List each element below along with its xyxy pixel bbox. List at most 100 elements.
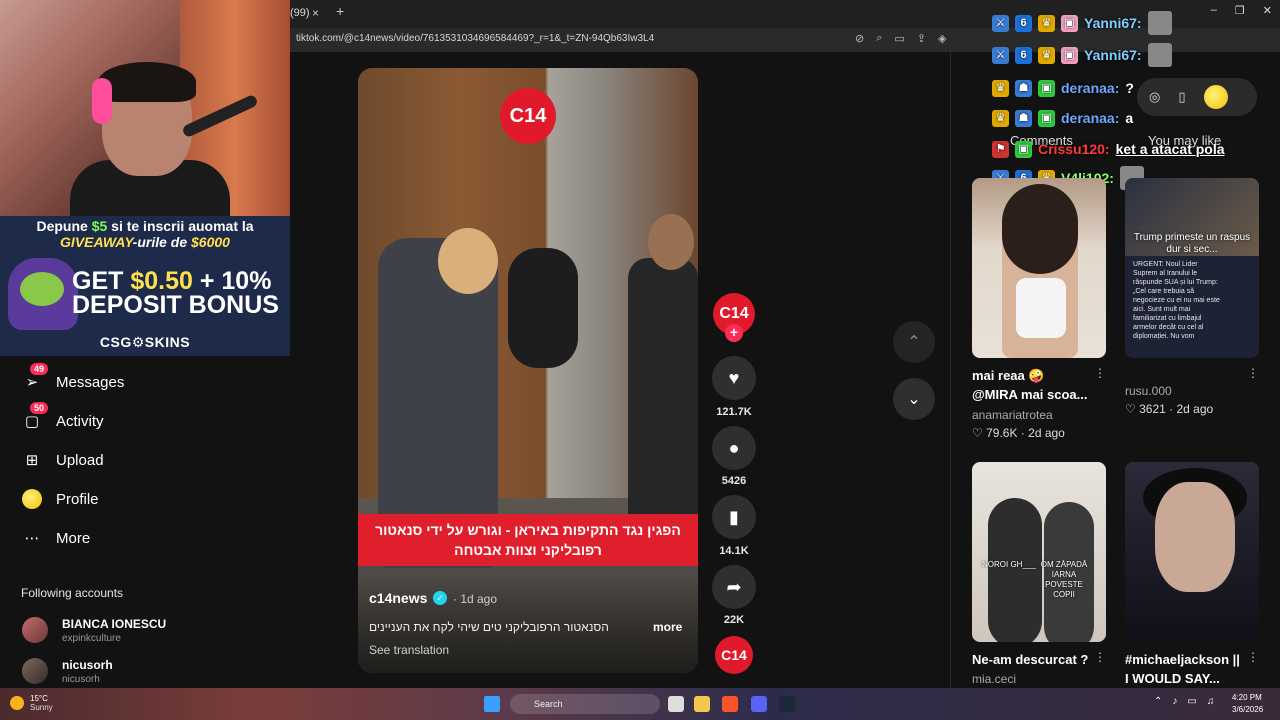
maximize-button[interactable]: ❐	[1235, 4, 1245, 17]
verified-icon: ✓	[433, 591, 447, 605]
discord-icon[interactable]	[751, 696, 767, 712]
chat-user: Yanni67:	[1084, 15, 1142, 31]
recommendation-author[interactable]: rusu.000	[1125, 384, 1172, 398]
avatar	[22, 617, 48, 643]
new-tab-button[interactable]: +	[336, 3, 344, 19]
minimize-button[interactable]: –	[1211, 4, 1217, 17]
sidebar-item-upload[interactable]: ⊞ Upload	[22, 447, 104, 473]
recommendation-title[interactable]: Ne-am descurcat ?	[972, 650, 1088, 669]
emoji-icon[interactable]	[1203, 85, 1228, 109]
recommendation-thumbnail[interactable]: Trump primeste un raspus dur si sec... U…	[1125, 178, 1259, 358]
weather-widget[interactable]: 15°C Sunny	[10, 694, 53, 712]
video-author[interactable]: c14news	[369, 590, 427, 606]
windows-start-icon[interactable]	[484, 696, 500, 712]
recommendation-title[interactable]: mai reaa 🤪 @MIRA mai scoa...	[972, 366, 1088, 404]
following-account[interactable]: nicusorh nicusorh	[22, 658, 113, 685]
share-count: 22K	[723, 614, 745, 626]
headset-icon	[92, 78, 112, 124]
share-button[interactable]: ➦	[712, 565, 756, 609]
avatar	[22, 658, 48, 684]
sidebar-item-label: Profile	[56, 490, 99, 508]
account-handle: expinkculture	[62, 633, 121, 644]
sidebar-item-messages[interactable]: ➢ 49 Messages	[22, 363, 125, 395]
sidebar-item-profile[interactable]: Profile	[22, 486, 99, 512]
taskbar-search[interactable]: Search	[510, 694, 660, 714]
steam-icon[interactable]	[779, 696, 795, 712]
recommendation-thumbnail[interactable]	[972, 178, 1106, 358]
crown-badge-icon: ♛	[1038, 46, 1055, 64]
clock-time[interactable]: 4:20 PM	[1232, 693, 1262, 702]
follow-button[interactable]: +	[725, 324, 743, 342]
chat-text: ?	[1125, 80, 1134, 96]
sound-disc[interactable]: C14	[715, 636, 753, 674]
device-icon[interactable]: ▯	[1178, 89, 1185, 105]
previous-video-button[interactable]: ⌃	[893, 321, 935, 363]
more-options-icon[interactable]: ⋮	[1247, 650, 1259, 664]
activity-badge: 50	[30, 402, 49, 414]
chevron-up-icon[interactable]: ⌃	[1154, 696, 1162, 707]
like-button[interactable]: ♥	[712, 356, 756, 400]
file-explorer-icon[interactable]	[694, 696, 710, 712]
sidebar-item-label: More	[56, 529, 91, 547]
share-icon[interactable]: ⇪	[917, 32, 926, 45]
see-translation-link[interactable]: See translation	[369, 643, 449, 657]
following-account[interactable]: BIANCA IONESCU expinkculture	[22, 617, 166, 644]
cast-icon[interactable]: ▭	[894, 32, 904, 45]
zoom-icon[interactable]: ⌕	[876, 32, 882, 45]
recommendation-author[interactable]: anamariatrotea	[972, 408, 1053, 422]
promo-line-2: GIVEAWAY-urile de $6000	[60, 234, 230, 250]
chat-message: ⚔ 6 ♛ ▣ Yanni67:	[992, 11, 1172, 35]
pip-icon[interactable]: ◎	[1149, 89, 1160, 105]
like-count: 121.7K	[716, 406, 752, 418]
more-options-icon[interactable]: ⋮	[1247, 366, 1259, 380]
chat-user: Crissu120:	[1038, 141, 1110, 157]
crown-badge-icon: ♛	[1038, 14, 1055, 32]
clock-date[interactable]: 3/6/2026	[1232, 705, 1263, 714]
sidebar-item-activity[interactable]: ▢ 50 Activity	[22, 402, 104, 434]
no-tracking-icon[interactable]: ⊘	[855, 32, 864, 45]
speaker-icon[interactable]: ♪	[1172, 696, 1177, 707]
address-bar-icons: ⊘ ⌕ ▭ ⇪ ◈	[855, 32, 946, 45]
account-handle: nicusorh	[62, 674, 100, 685]
video-caption: הפגין נגד התקיפות באיראן - וגורש על ידי …	[358, 514, 698, 566]
more-options-icon[interactable]: ⋮	[1094, 366, 1106, 380]
recommendation-thumbnail[interactable]	[1125, 462, 1259, 642]
thumb-caption-right: OM ZĂPADĂ IARNA POVESTE COPII	[1040, 560, 1088, 599]
more-button[interactable]: more	[653, 620, 682, 634]
browser-tab[interactable]: (99) ×	[290, 4, 330, 26]
monitor-icon[interactable]: ▭	[1187, 696, 1196, 707]
brave-shield-icon[interactable]: ◈	[938, 32, 946, 45]
thumb-hair	[1002, 184, 1078, 274]
video-description: הסנאטור הרפובליקני טים שיהי לקח את העניי…	[369, 620, 609, 634]
more-options-icon[interactable]: ⋮	[1094, 650, 1106, 664]
close-window-button[interactable]: ✕	[1263, 4, 1272, 17]
video-time: · 1d ago	[453, 592, 498, 606]
save-button[interactable]: ▮	[712, 495, 756, 539]
robot-badge-icon: ☗	[1015, 79, 1032, 97]
chat-message: ⚔ 6 ♛ ▣ Yanni67:	[992, 43, 1172, 67]
video-officer-right-head	[648, 214, 694, 270]
bookmark-icon: ▮	[729, 506, 739, 527]
chat-emote	[1147, 11, 1172, 35]
sidebar-item-label: Messages	[56, 373, 125, 391]
window-controls: – ❐ ✕	[1211, 4, 1272, 17]
next-video-button[interactable]: ⌄	[893, 378, 935, 420]
thumb-face	[1155, 482, 1235, 592]
chevron-up-icon: ⌃	[907, 334, 921, 351]
video-senator	[508, 248, 578, 368]
brave-icon[interactable]	[722, 696, 738, 712]
system-tray: ⌃ ♪ ▭ ♫	[1154, 696, 1214, 707]
tab-close-icon[interactable]: ×	[312, 4, 319, 22]
recommendation-thumbnail[interactable]: NOROI GH___ OM ZĂPADĂ IARNA POVESTE COPI…	[972, 462, 1106, 642]
recommendation-author[interactable]: mia.ceci	[972, 672, 1016, 686]
mascot-face	[20, 272, 64, 306]
sidebar-item-more[interactable]: ⋯ More	[22, 525, 91, 551]
recommendation-title[interactable]: #michaeljackson || I WOULD SAY...	[1125, 650, 1240, 688]
url-field[interactable]: tiktok.com/@c14news/video/76135310346965…	[296, 33, 654, 44]
video-player[interactable]: C14 הפגין נגד התקיפות באיראן - וגורש על …	[358, 68, 698, 673]
sub-badge-icon: 6	[1015, 14, 1032, 32]
volume-icon[interactable]: ♫	[1207, 696, 1215, 707]
comment-button[interactable]: ●	[712, 426, 756, 470]
task-view-icon[interactable]	[668, 696, 684, 712]
promo-bonus: DEPOSIT BONUS	[72, 291, 279, 319]
